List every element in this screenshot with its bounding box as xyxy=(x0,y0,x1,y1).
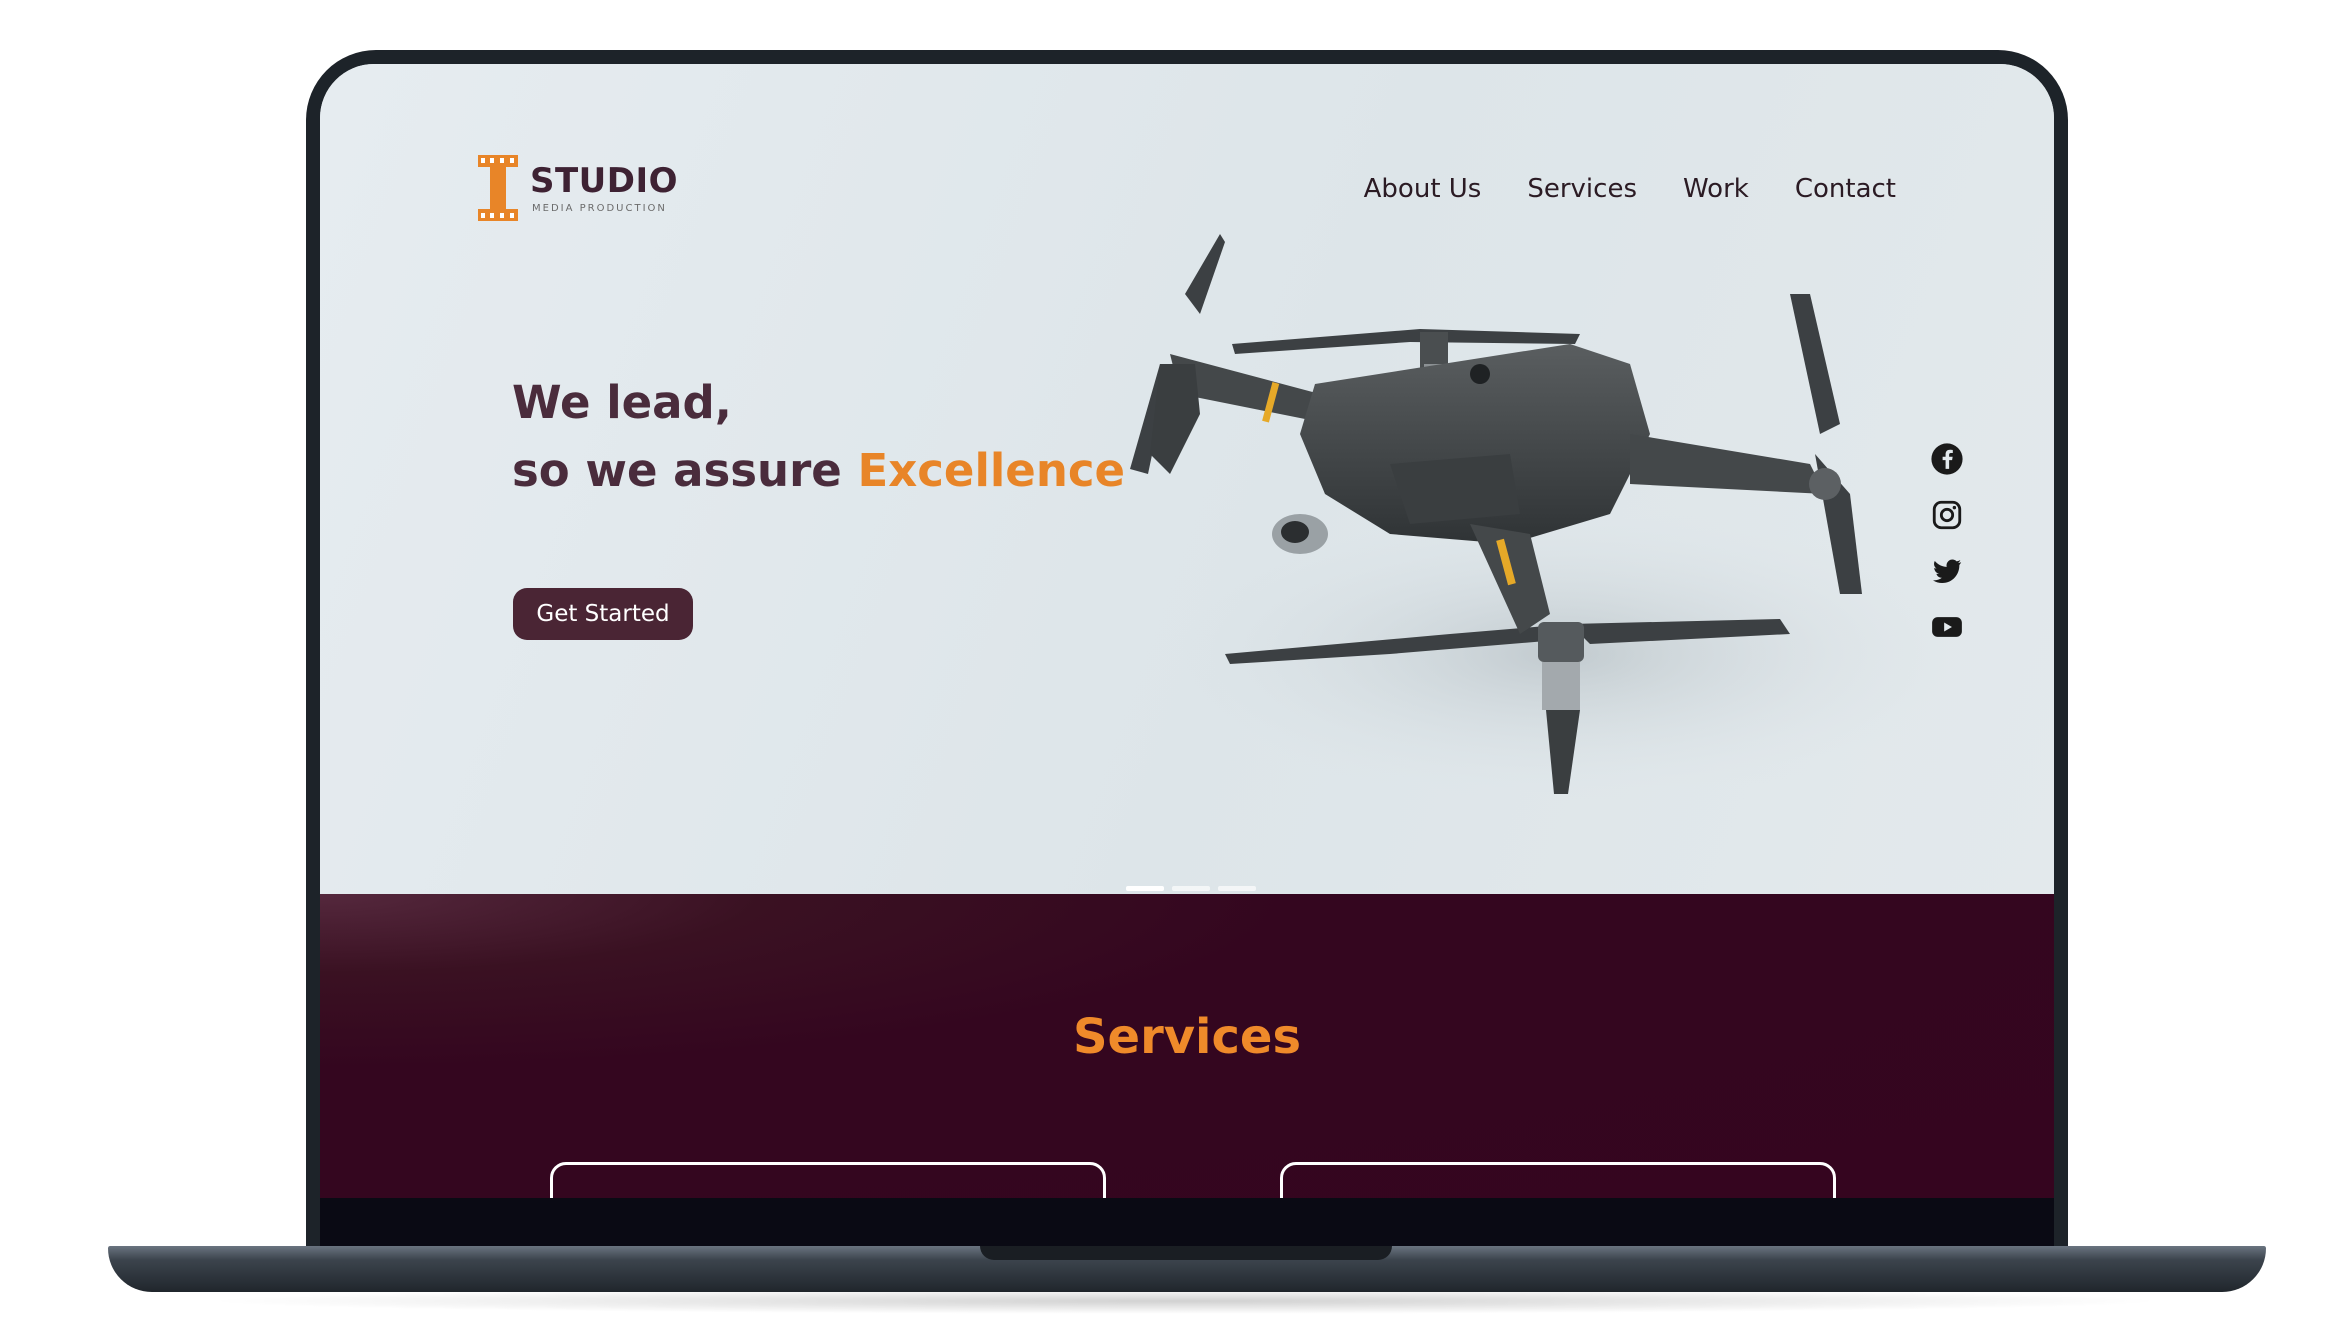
headline-accent: Excellence xyxy=(857,444,1126,497)
brand-logo[interactable]: STUDIO MEDIA PRODUCTION xyxy=(478,155,678,225)
carousel-indicators xyxy=(1126,886,1256,891)
facebook-icon[interactable] xyxy=(1930,442,1964,476)
carousel-dot-1[interactable] xyxy=(1126,886,1164,891)
hero-headline: We lead, so we assure Excellence xyxy=(512,369,1125,505)
laptop-shadow xyxy=(200,1288,2170,1314)
nav-services[interactable]: Services xyxy=(1527,174,1637,204)
nav-contact[interactable]: Contact xyxy=(1795,174,1896,204)
carousel-dot-3[interactable] xyxy=(1218,886,1256,891)
services-heading: Services xyxy=(1072,1009,1302,1065)
youtube-icon[interactable] xyxy=(1930,610,1964,644)
headline-line-1: We lead, xyxy=(512,376,732,429)
instagram-icon[interactable] xyxy=(1930,498,1964,532)
carousel-dot-2[interactable] xyxy=(1172,886,1210,891)
nav-work[interactable]: Work xyxy=(1683,174,1749,204)
get-started-button[interactable]: Get Started xyxy=(513,588,693,640)
twitter-icon[interactable] xyxy=(1930,554,1964,588)
main-nav: About Us Services Work Contact xyxy=(1364,174,1896,204)
brand-tagline: MEDIA PRODUCTION xyxy=(532,203,667,214)
brand-name: STUDIO xyxy=(530,161,679,201)
laptop-frame: STUDIO MEDIA PRODUCTION About Us Service… xyxy=(306,50,2068,1250)
screen-bezel-bottom xyxy=(320,1198,2054,1250)
headline-line-2-prefix: so we assure xyxy=(512,444,858,497)
drone-image xyxy=(1130,234,1980,804)
browser-viewport: STUDIO MEDIA PRODUCTION About Us Service… xyxy=(320,64,2054,1250)
services-section: Services xyxy=(320,894,2054,1242)
nav-about-us[interactable]: About Us xyxy=(1364,174,1482,204)
film-strip-logo-icon xyxy=(478,155,518,221)
social-links xyxy=(1930,442,1970,666)
laptop-notch xyxy=(980,1246,1392,1260)
hero-section: STUDIO MEDIA PRODUCTION About Us Service… xyxy=(320,64,2054,894)
